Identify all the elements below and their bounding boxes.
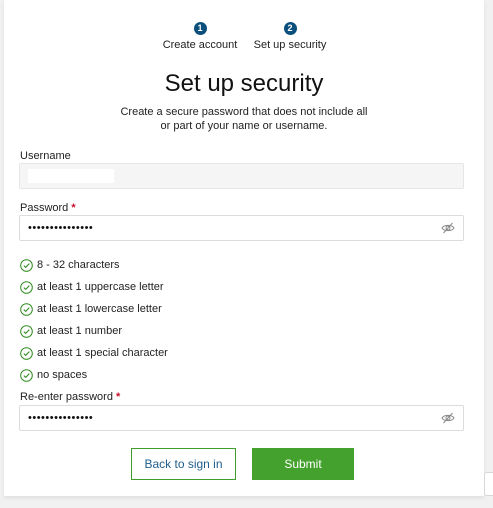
username-value [28, 169, 114, 183]
eye-off-icon[interactable] [441, 411, 455, 425]
rule-text: no spaces [37, 369, 88, 381]
reenter-password-label: Re-enter password * [20, 391, 120, 403]
subtitle-line: or part of your name or username. [160, 120, 328, 132]
step-create-account: 1 Create account [160, 22, 240, 51]
username-label: Username [20, 150, 71, 162]
step-set-up-security: 2 Set up security [252, 22, 328, 51]
rule-text: at least 1 special character [37, 347, 168, 359]
password-rule: at least 1 lowercase letter [20, 298, 168, 320]
reenter-password-field[interactable]: ••••••••••••••• [19, 405, 464, 431]
password-rule: 8 - 32 characters [20, 254, 168, 276]
subtitle-line: Create a secure password that does not i… [120, 106, 368, 118]
check-circle-icon [20, 280, 33, 294]
page-title: Set up security [164, 70, 324, 97]
password-rules-list: 8 - 32 characters at least 1 uppercase l… [20, 254, 168, 386]
security-setup-card: 1 Create account 2 Set up security Set u… [4, 0, 484, 496]
password-label-text: Password [20, 202, 69, 214]
username-field[interactable] [19, 163, 464, 189]
rule-text: at least 1 number [37, 325, 122, 337]
check-circle-icon [20, 258, 33, 272]
check-circle-icon [20, 324, 33, 338]
password-rule: at least 1 number [20, 320, 168, 342]
progress-steps: 1 Create account 2 Set up security [4, 22, 484, 62]
password-field[interactable]: ••••••••••••••• [19, 215, 464, 241]
required-asterisk: * [116, 391, 121, 403]
step-number-badge: 1 [193, 22, 207, 35]
rule-text: 8 - 32 characters [37, 259, 120, 271]
page-subtitle: Create a secure password that does not i… [114, 105, 374, 133]
step-label: Set up security [253, 39, 327, 51]
step-label: Create account [162, 39, 238, 51]
password-label: Password * [20, 202, 76, 214]
submit-button[interactable]: Submit [252, 448, 354, 480]
rule-text: at least 1 lowercase letter [37, 303, 162, 315]
side-tab-handle[interactable] [484, 472, 493, 496]
reenter-label-text: Re-enter password [20, 391, 113, 403]
password-rule: at least 1 uppercase letter [20, 276, 168, 298]
check-circle-icon [20, 302, 33, 316]
check-circle-icon [20, 368, 33, 382]
check-circle-icon [20, 346, 33, 360]
back-to-sign-in-button[interactable]: Back to sign in [131, 448, 236, 480]
required-asterisk: * [71, 202, 76, 214]
rule-text: at least 1 uppercase letter [37, 281, 164, 293]
eye-off-icon[interactable] [441, 221, 455, 235]
step-number-badge: 2 [283, 22, 297, 35]
reenter-masked-value: ••••••••••••••• [28, 412, 94, 424]
password-masked-value: ••••••••••••••• [28, 222, 94, 234]
password-rule: at least 1 special character [20, 342, 168, 364]
password-rule: no spaces [20, 364, 168, 386]
